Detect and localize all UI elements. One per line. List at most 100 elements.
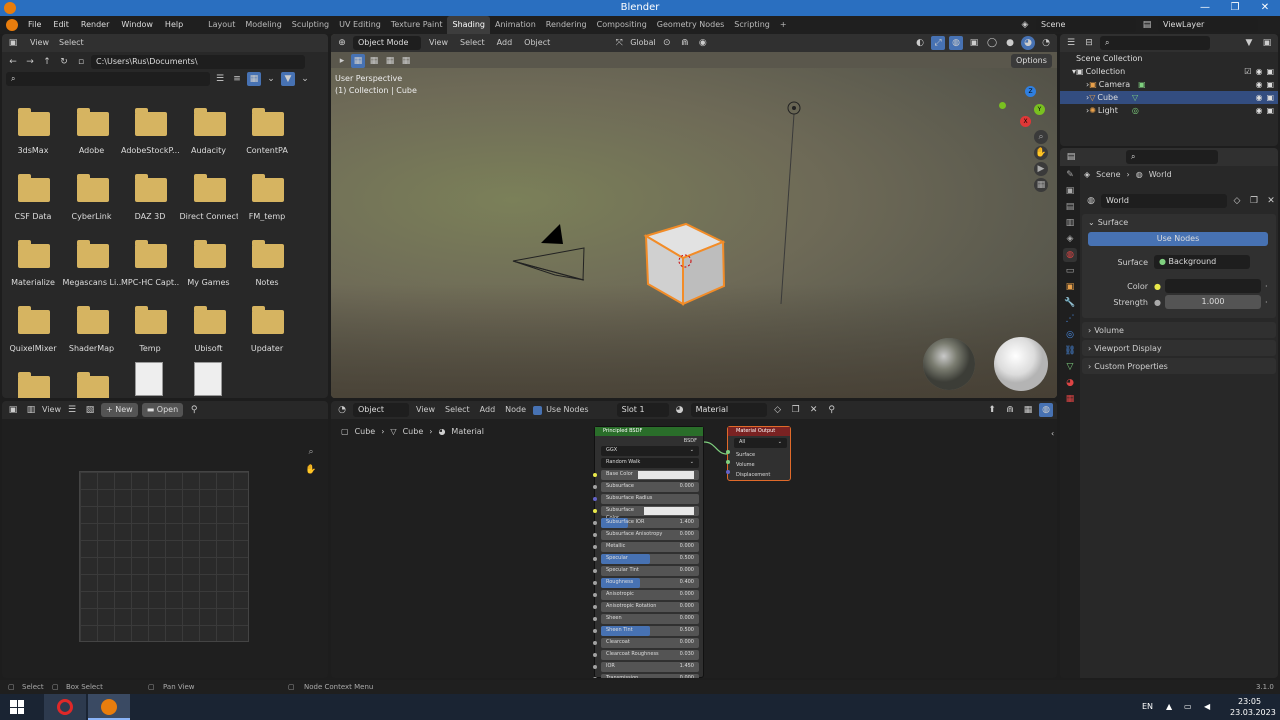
camera-render-icon[interactable]: ▣	[1266, 106, 1274, 115]
add-workspace-button[interactable]: +	[775, 16, 792, 34]
material-output-header[interactable]: Material Output	[728, 427, 790, 436]
list-vertical-icon[interactable]: ☰	[213, 72, 227, 86]
folder-item[interactable]: AdobeStockP...	[121, 106, 179, 168]
bsdf-input-row[interactable]: Specular 0.500	[593, 554, 699, 564]
bsdf-input-row[interactable]: Subsurface Color	[593, 506, 699, 521]
navigation-gizmo[interactable]: Z Y X	[999, 86, 1045, 130]
material-tab-icon[interactable]: ◕	[1063, 376, 1077, 390]
input-socket[interactable]	[593, 653, 597, 657]
tab-texture-paint[interactable]: Texture Paint	[386, 16, 448, 34]
use-nodes-button[interactable]: Use Nodes	[1088, 232, 1268, 246]
tree-item-camera[interactable]: › ▣ Camera ▣ ◉ ▣	[1060, 78, 1278, 91]
input-socket[interactable]	[593, 629, 597, 633]
tab-shading[interactable]: Shading	[447, 16, 490, 34]
unlink-icon[interactable]: ✕	[1264, 194, 1278, 208]
folder-item[interactable]: Temp	[121, 304, 179, 366]
folder-item[interactable]: DAZ 3D	[121, 172, 179, 234]
chevron-down-icon[interactable]: ⌄	[264, 72, 278, 86]
input-socket[interactable]	[593, 677, 597, 678]
eye-icon[interactable]: ◉	[1255, 80, 1262, 89]
scene-tab-icon[interactable]: ◈	[1063, 232, 1077, 246]
ortho-grid-icon[interactable]: ▦	[1034, 178, 1048, 192]
keyframe-dot-icon[interactable]: ·	[1265, 298, 1268, 307]
folder-item[interactable]: Direct Connect	[180, 172, 238, 234]
bsdf-input-row[interactable]: Transmission 0.000	[593, 674, 699, 678]
list-horizontal-icon[interactable]: ≡	[230, 72, 244, 86]
thumbnails-icon[interactable]: ▦	[247, 72, 261, 86]
subsurface-method-dropdown[interactable]: Random Walk ⌄	[601, 458, 699, 468]
viewport-display-section-header[interactable]: › Viewport Display	[1082, 340, 1276, 356]
filter-icon[interactable]: ▼	[281, 72, 295, 86]
camera-render-icon[interactable]: ▣	[1266, 67, 1274, 76]
collection-tab-icon[interactable]: ▭	[1063, 264, 1077, 278]
close-icon[interactable]: ✕	[1250, 0, 1280, 16]
camera-render-icon[interactable]: ▣	[1266, 80, 1274, 89]
menu-help[interactable]: Help	[159, 16, 189, 34]
modifier-tab-icon[interactable]: 🔧	[1063, 296, 1077, 310]
bsdf-input-row[interactable]: Clearcoat 0.000	[593, 638, 699, 648]
back-icon[interactable]: ←	[6, 55, 20, 69]
physics-tab-icon[interactable]: ◎	[1063, 328, 1077, 342]
image-mode-icon[interactable]: ▥	[24, 403, 38, 417]
folder-item[interactable]: 3dsMax	[4, 106, 62, 168]
tab-layout[interactable]: Layout	[203, 16, 240, 34]
editor-type-icon[interactable]: ▣	[6, 403, 20, 417]
custom-properties-section-header[interactable]: › Custom Properties	[1082, 358, 1276, 374]
principled-bsdf-node[interactable]: Principled BSDF BSDF GGX ⌄ Random Walk ⌄ B…	[593, 426, 704, 678]
input-socket[interactable]	[593, 473, 597, 477]
zoom-icon[interactable]: ⌕	[304, 445, 318, 459]
clock-date[interactable]: 23.03.2023	[1230, 708, 1276, 717]
folder-item[interactable]: Updater	[238, 304, 296, 366]
checkbox-icon[interactable]: ☑	[1244, 67, 1251, 76]
distribution-dropdown[interactable]: GGX ⌄	[601, 446, 699, 456]
strength-field[interactable]: 1.000	[1164, 295, 1261, 309]
input-socket[interactable]	[593, 497, 597, 501]
gizmo-x[interactable]: X	[1020, 116, 1031, 127]
blender-taskbar-icon[interactable]	[88, 694, 130, 720]
tray-icon[interactable]: ▲	[1166, 702, 1172, 711]
color-swatch[interactable]	[644, 507, 694, 515]
outliner-search-input[interactable]: ⌕	[1100, 36, 1210, 50]
folder-item[interactable]: Notes	[238, 238, 296, 300]
editor-type-icon[interactable]: ▣	[6, 36, 20, 50]
bsdf-input-row[interactable]: Subsurface IOR 1.400	[593, 518, 699, 528]
input-socket[interactable]	[593, 581, 597, 585]
menu-file[interactable]: File	[22, 16, 47, 34]
tab-rendering[interactable]: Rendering	[541, 16, 592, 34]
eye-icon[interactable]: ◉	[1255, 93, 1262, 102]
target-dropdown[interactable]: All ⌄	[734, 438, 787, 448]
socket-surface[interactable]: Surface	[726, 450, 790, 460]
properties-search-input[interactable]: ⌕	[1126, 150, 1218, 164]
tree-item-cube[interactable]: › ▽ Cube ▽ ◉ ▣	[1060, 91, 1278, 104]
volume-icon[interactable]: ◀	[1204, 702, 1210, 711]
bsdf-input-row[interactable]: Roughness 0.400	[593, 578, 699, 588]
socket-volume[interactable]: Volume	[726, 460, 790, 470]
input-socket[interactable]	[593, 533, 597, 537]
clock-time[interactable]: 23:05	[1238, 697, 1261, 706]
pin-icon[interactable]: ⚲	[187, 403, 201, 417]
material-output-node[interactable]: Material Output All ⌄ Surface Volume Disp…	[726, 426, 791, 481]
duplicate-icon[interactable]: ❐	[1247, 194, 1261, 208]
menu-view[interactable]: View	[42, 403, 61, 417]
image-browse-icon[interactable]: ▧	[83, 403, 97, 417]
particles-tab-icon[interactable]: ⋰	[1063, 312, 1077, 326]
bsdf-input-row[interactable]: IOR 1.450	[593, 662, 699, 672]
display-mode-icon[interactable]: ⊟	[1082, 36, 1096, 50]
bsdf-input-row[interactable]: Sheen 0.000	[593, 614, 699, 624]
camera-view-icon[interactable]: ▶	[1034, 162, 1048, 176]
input-socket[interactable]	[593, 617, 597, 621]
menu-render[interactable]: Render	[75, 16, 115, 34]
world-browse-icon[interactable]: ◍	[1084, 194, 1098, 208]
input-socket[interactable]	[593, 485, 597, 489]
input-socket[interactable]	[593, 509, 597, 513]
menu-edit[interactable]: Edit	[47, 16, 75, 34]
new-image-button[interactable]: + New	[100, 403, 138, 417]
menu-view[interactable]: View	[24, 36, 55, 50]
bsdf-input-row[interactable]: Base Color	[593, 470, 699, 480]
bsdf-input-row[interactable]: Metallic 0.000	[593, 542, 699, 552]
render-tab-icon[interactable]: ▣	[1063, 184, 1077, 198]
editor-type-icon[interactable]: ☰	[1064, 36, 1078, 50]
bsdf-input-row[interactable]: Subsurface Radius	[593, 494, 699, 504]
minimize-icon[interactable]: —	[1190, 0, 1220, 16]
bsdf-input-row[interactable]: Anisotropic Rotation 0.000	[593, 602, 699, 612]
